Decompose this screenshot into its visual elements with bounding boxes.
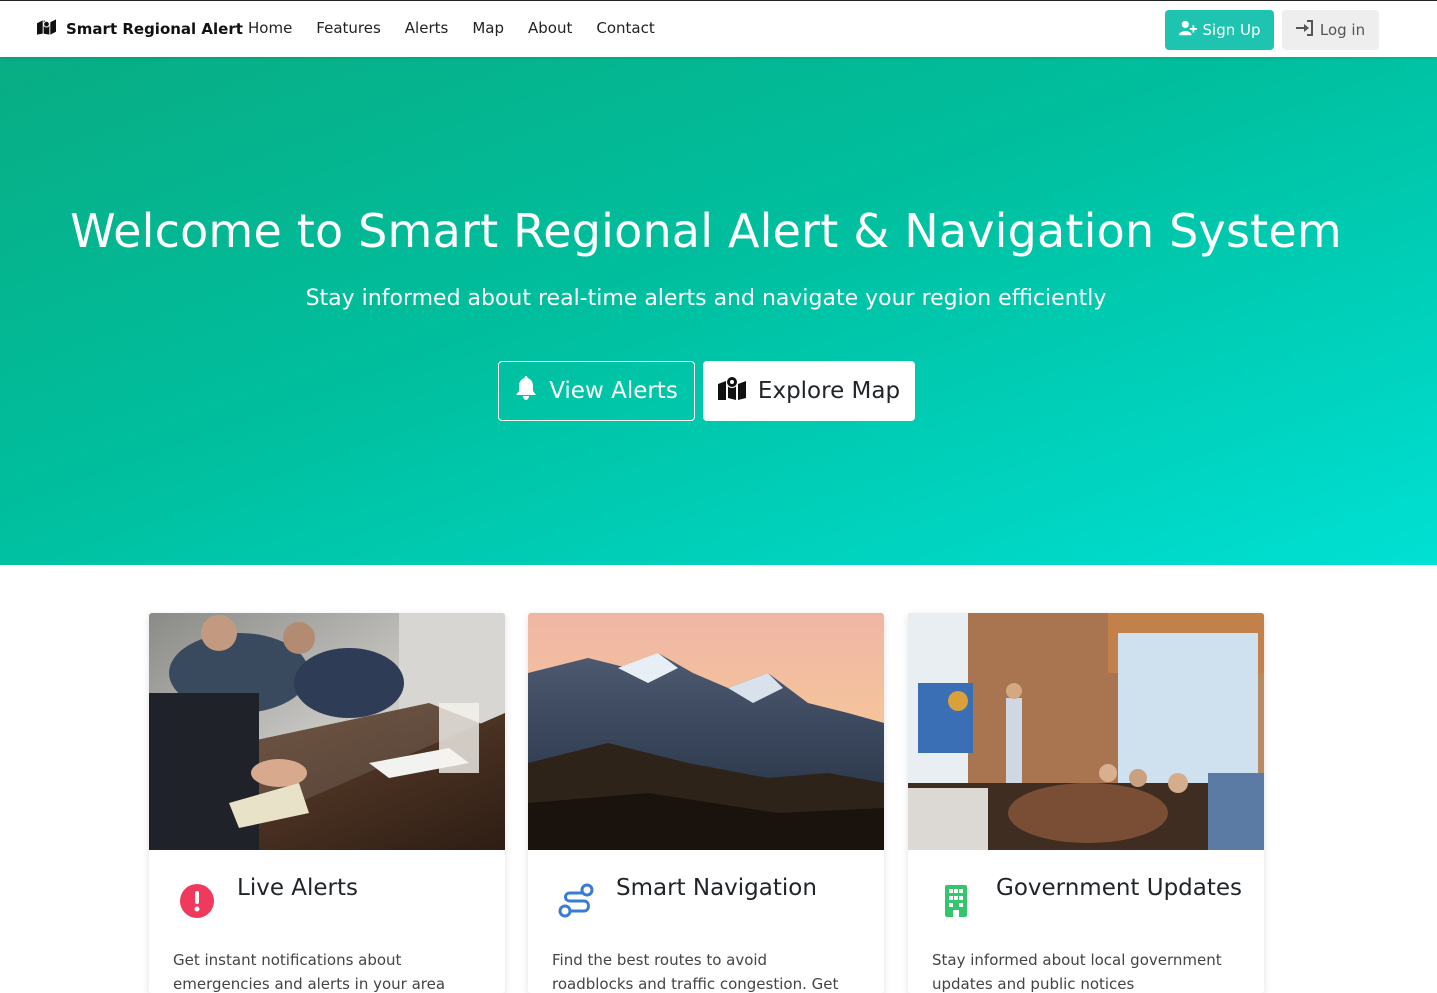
brand[interactable]: Smart Regional Alert bbox=[37, 19, 243, 39]
login-button[interactable]: Log in bbox=[1282, 10, 1379, 50]
nav-links: Home Features Alerts Map About Contact bbox=[248, 19, 679, 37]
signup-button[interactable]: Sign Up bbox=[1165, 10, 1274, 50]
meeting-table-image bbox=[149, 613, 505, 850]
nav-link-about[interactable]: About bbox=[528, 19, 572, 37]
signup-label: Sign Up bbox=[1202, 21, 1261, 39]
nav-link-map[interactable]: Map bbox=[472, 19, 504, 37]
feature-title: Live Alerts bbox=[237, 875, 359, 901]
nav-link-alerts[interactable]: Alerts bbox=[405, 19, 449, 37]
building-icon bbox=[936, 881, 976, 921]
feature-title: Smart Navigation bbox=[616, 875, 817, 901]
feature-text: Stay informed about local government upd… bbox=[932, 951, 1222, 993]
nav-link-contact[interactable]: Contact bbox=[596, 19, 654, 37]
map-icon bbox=[37, 19, 56, 39]
navbar: Smart Regional Alert Home Features Alert… bbox=[0, 0, 1437, 57]
feature-text: Find the best routes to avoid roadblocks… bbox=[552, 951, 839, 993]
feature-card-government-updates: Government Updates Stay informed about l… bbox=[908, 613, 1264, 993]
hero-subtitle: Stay informed about real-time alerts and… bbox=[305, 286, 1107, 311]
nav-link-features[interactable]: Features bbox=[316, 19, 381, 37]
bell-icon bbox=[515, 376, 537, 406]
map-marked-icon bbox=[717, 376, 746, 406]
mountain-image bbox=[528, 613, 884, 850]
view-alerts-label: View Alerts bbox=[549, 378, 678, 404]
feature-text: Get instant notifications about emergenc… bbox=[173, 951, 446, 993]
explore-map-button[interactable]: Explore Map bbox=[703, 361, 915, 421]
feature-card-smart-navigation: Smart Navigation Find the best routes to… bbox=[528, 613, 884, 993]
feature-title: Government Updates bbox=[996, 875, 1243, 901]
feature-card-live-alerts: Live Alerts Get instant notifications ab… bbox=[149, 613, 505, 993]
route-icon bbox=[556, 881, 596, 921]
brand-name: Smart Regional Alert bbox=[66, 20, 243, 38]
login-label: Log in bbox=[1319, 21, 1366, 39]
office-meeting-image bbox=[908, 613, 1264, 850]
view-alerts-button[interactable]: View Alerts bbox=[498, 361, 695, 421]
nav-link-home[interactable]: Home bbox=[248, 19, 292, 37]
hero-title: Welcome to Smart Regional Alert & Naviga… bbox=[70, 204, 1342, 258]
sign-in-icon bbox=[1295, 20, 1314, 40]
explore-map-label: Explore Map bbox=[757, 378, 901, 404]
exclamation-circle-icon bbox=[177, 881, 217, 921]
user-plus-icon bbox=[1178, 20, 1197, 40]
hero-section: Welcome to Smart Regional Alert & Naviga… bbox=[0, 57, 1437, 565]
